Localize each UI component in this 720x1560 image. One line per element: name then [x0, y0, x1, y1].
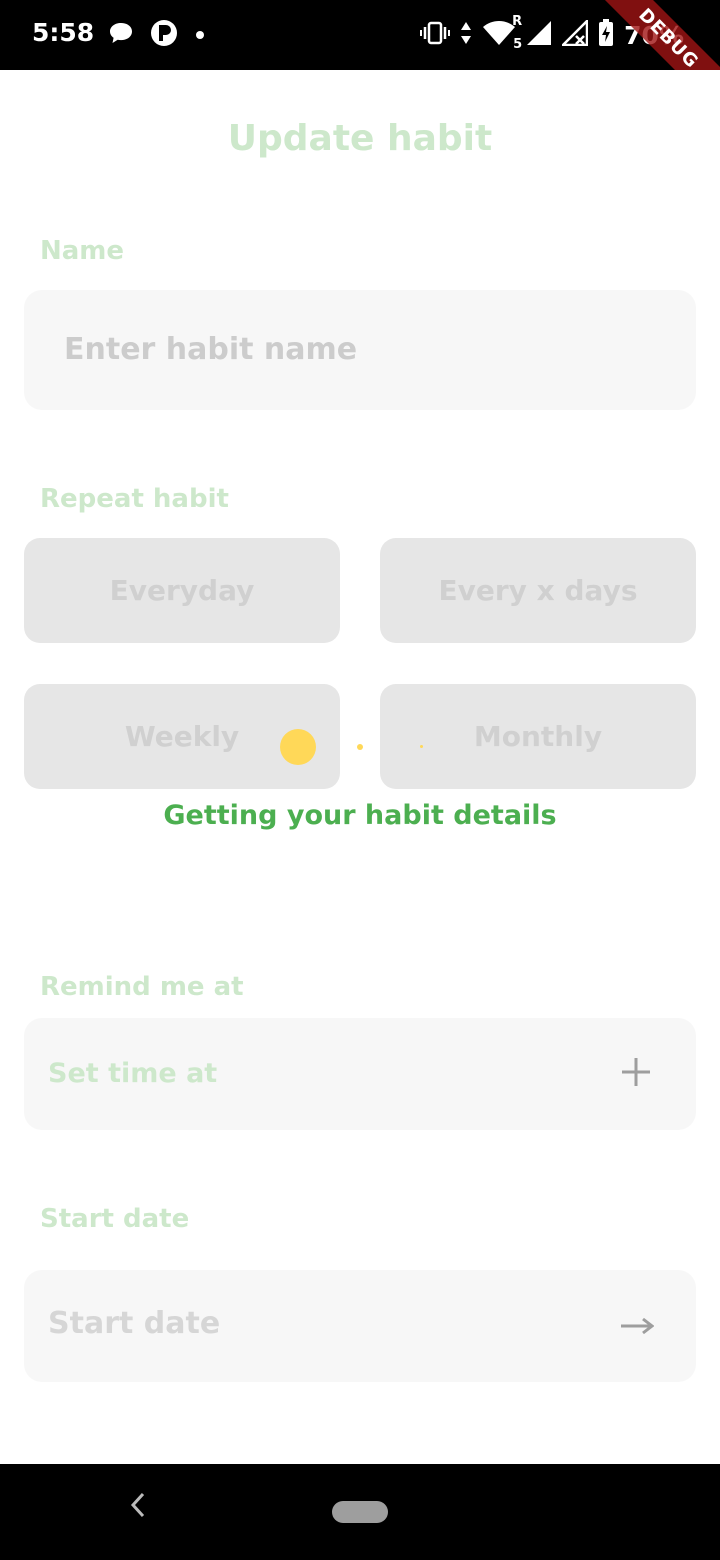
- chat-bubble-icon: [108, 21, 134, 49]
- repeat-option-monthly[interactable]: Monthly: [380, 684, 696, 789]
- start-date-label: Start date: [40, 1204, 190, 1234]
- signal-icon: [526, 20, 552, 50]
- name-label: Name: [40, 236, 125, 266]
- plus-icon[interactable]: [620, 1056, 652, 1092]
- back-chevron-icon[interactable]: [128, 1490, 148, 1528]
- data-arrows-icon: [460, 21, 472, 49]
- loading-message: Getting your habit details: [163, 800, 557, 831]
- set-time-text: Set time at: [48, 1058, 218, 1089]
- set-time-field[interactable]: Set time at: [24, 1018, 696, 1130]
- repeat-option-every-x-days[interactable]: Every x days: [380, 538, 696, 643]
- start-date-text: Start date: [48, 1306, 221, 1341]
- status-time: 5:58: [32, 18, 95, 47]
- battery-icon: [598, 19, 614, 51]
- loading-dot-large: [280, 729, 316, 765]
- dot-icon: [194, 26, 206, 45]
- repeat-option-everyday[interactable]: Everyday: [24, 538, 340, 643]
- repeat-label: Repeat habit: [40, 484, 229, 514]
- home-pill-icon[interactable]: [332, 1501, 388, 1523]
- habit-name-placeholder: Enter habit name: [64, 332, 358, 367]
- page-title: Update habit: [227, 118, 493, 159]
- loading-dot-medium: [357, 744, 363, 750]
- loading-dot-small: [420, 745, 423, 748]
- start-date-field[interactable]: Start date: [24, 1270, 696, 1382]
- remind-label: Remind me at: [40, 972, 244, 1002]
- wifi-icon: R 5: [482, 14, 522, 52]
- p-app-icon: [150, 19, 178, 51]
- vibrate-icon: [420, 21, 451, 49]
- network-label: R: [512, 14, 523, 29]
- habit-name-field[interactable]: Enter habit name: [24, 290, 696, 410]
- signal-no-data-icon: [560, 17, 589, 50]
- notification-icons: [108, 19, 206, 51]
- status-bar: 5:58 R 5 70% DEBU: [0, 0, 720, 70]
- signal-label: 5: [513, 37, 523, 52]
- arrow-right-icon[interactable]: [620, 1314, 655, 1342]
